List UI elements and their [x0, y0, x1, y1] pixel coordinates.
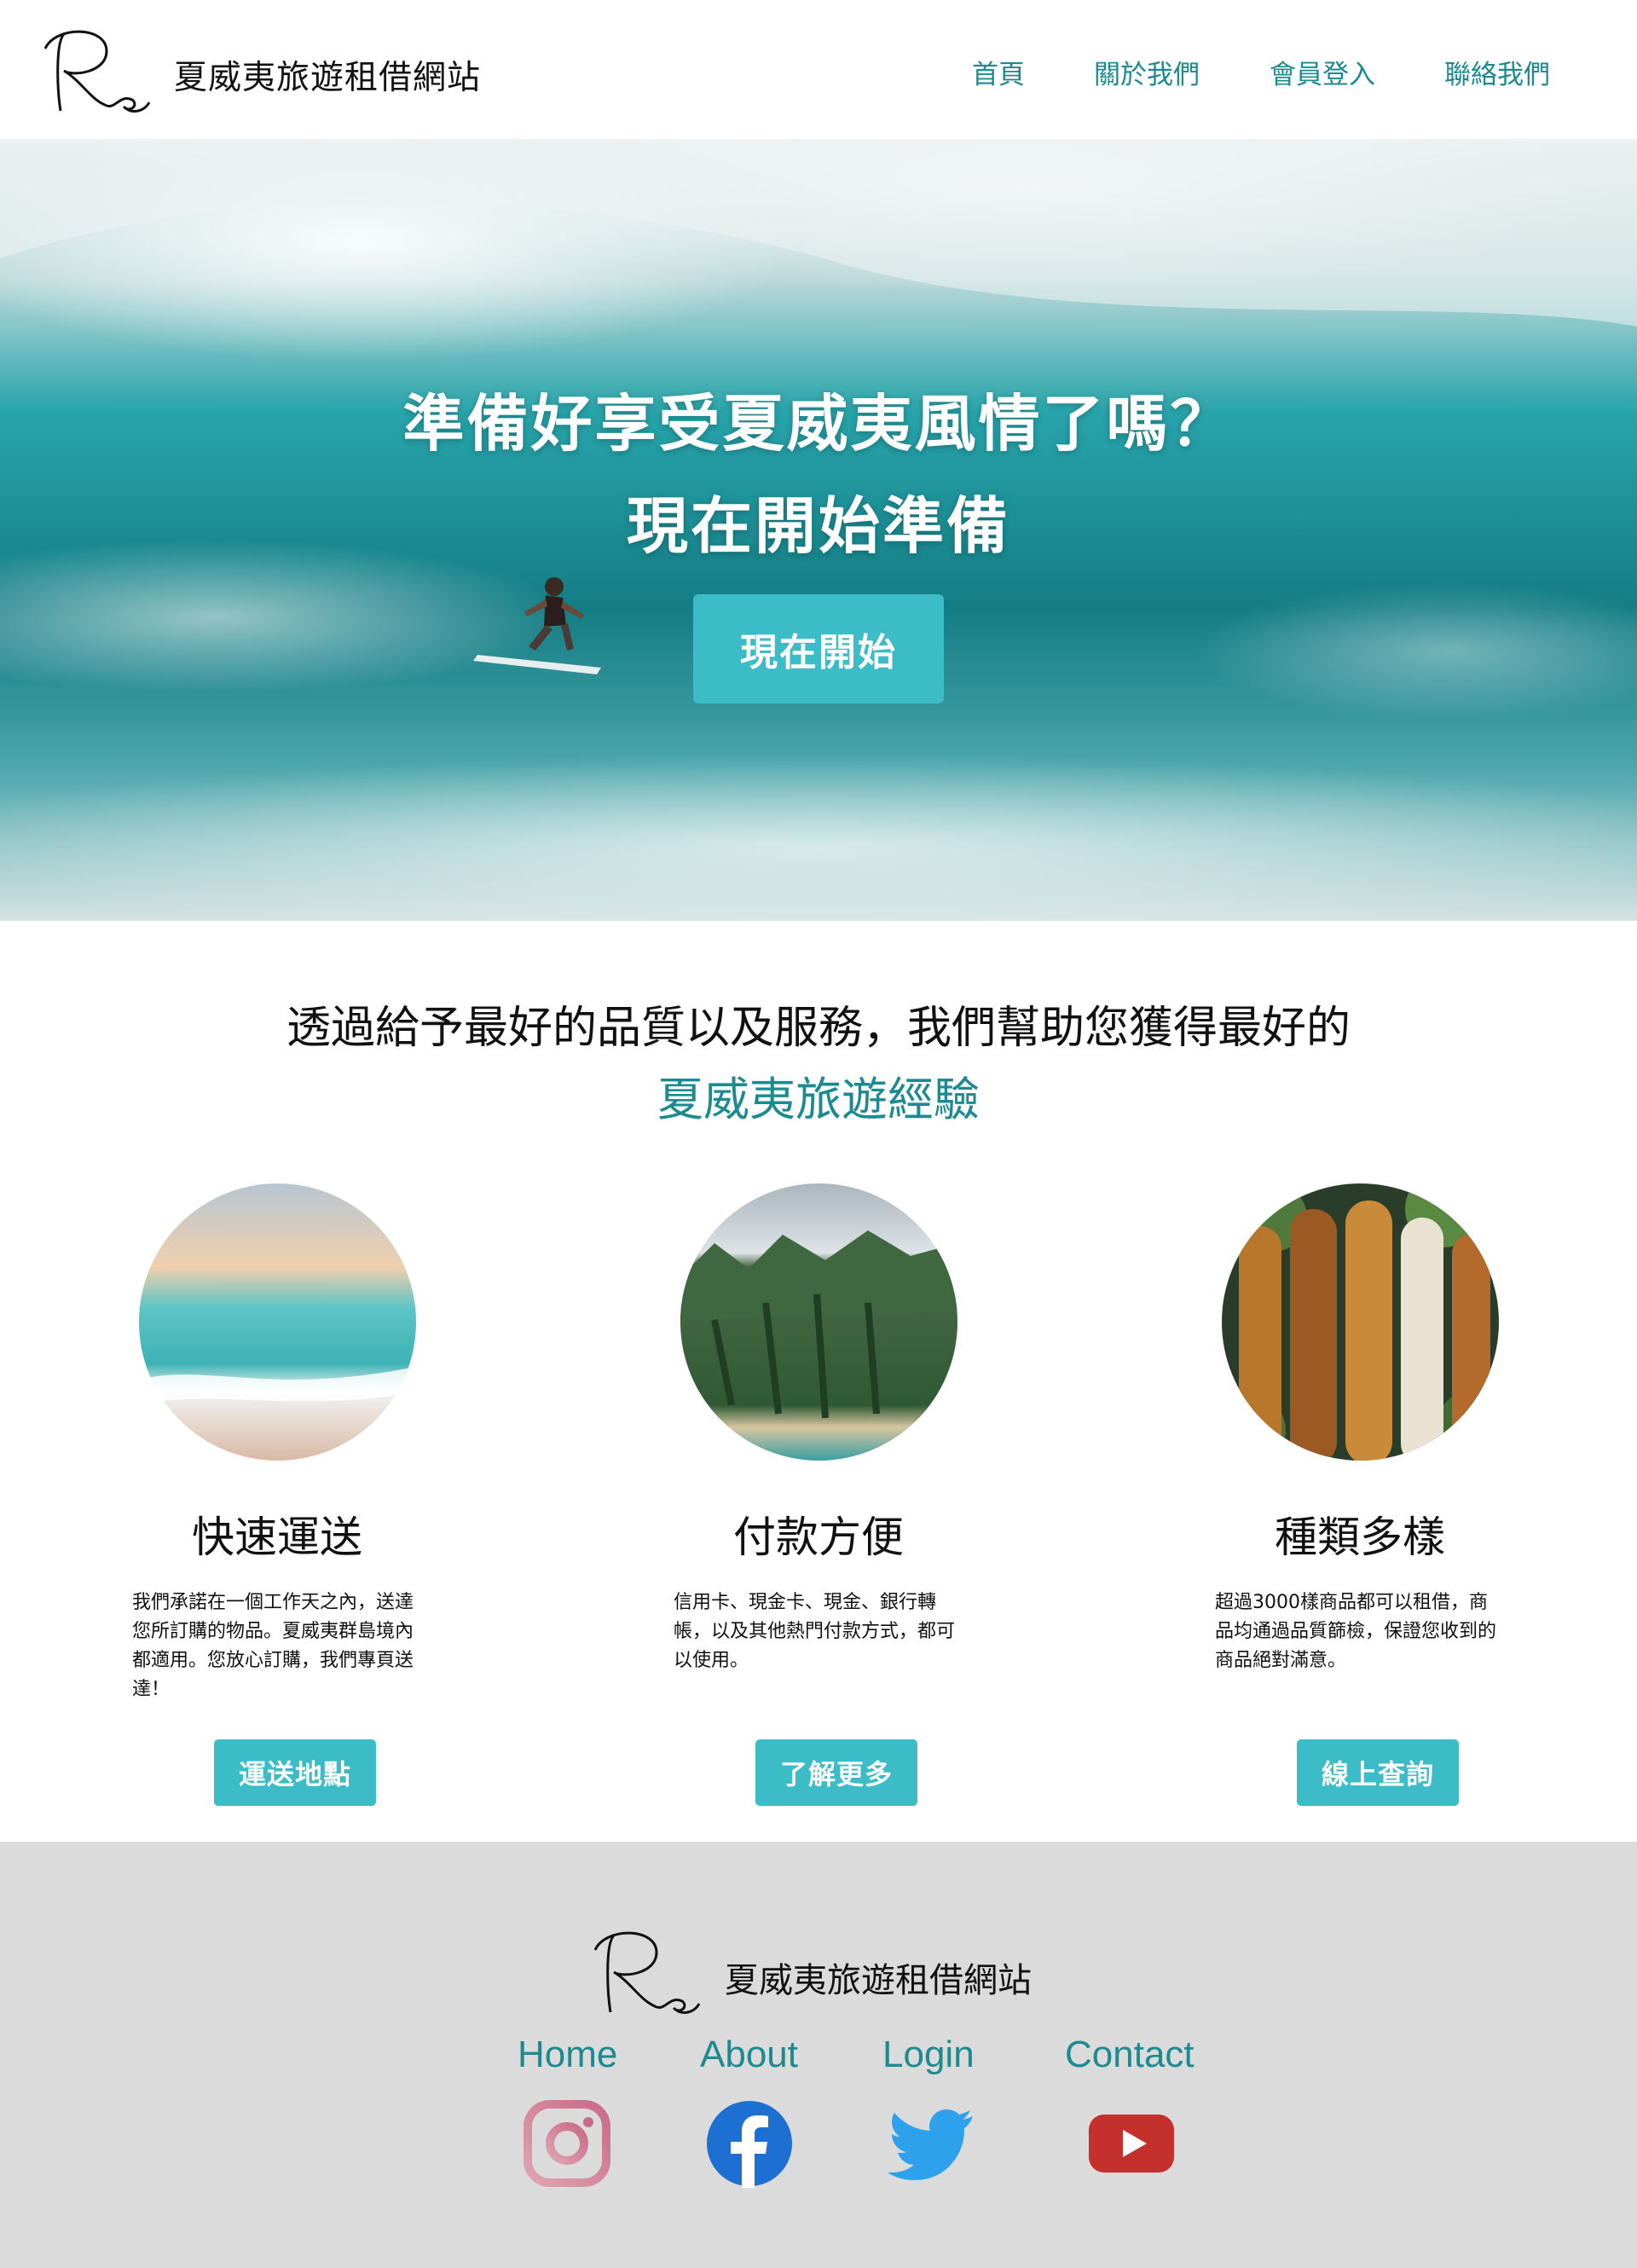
instagram-icon[interactable]: [523, 2099, 611, 2188]
feature-title: 快速運送: [192, 1513, 362, 1562]
footer-logo[interactable]: [588, 1923, 703, 2016]
hero-headline: 準備好享受夏威夷風情了嗎？: [402, 388, 1235, 460]
learn-more-button[interactable]: 了解更多: [755, 1739, 917, 1806]
feature-description: 信用卡、現金卡、現金、銀行轉帳，以及其他熱門付款方式，都可以使用。: [674, 1592, 956, 1671]
site-header: 夏威夷旅遊租借網站 首頁 關於我們 會員登入 聯絡我們: [0, 0, 1637, 139]
nav-contact[interactable]: 聯絡我們: [1444, 53, 1550, 91]
delivery-locations-button[interactable]: 運送地點: [214, 1739, 376, 1806]
footer-nav-home[interactable]: Home: [518, 2034, 617, 2076]
feature-fast-delivery: 快速運送 我們承諾在一個工作天之內，送達您所訂購的物品。夏威夷群島境內都適用。您…: [72, 1183, 482, 1806]
footer-nav-about[interactable]: About: [700, 2034, 798, 2076]
site-title: 夏威夷旅遊租借網站: [174, 59, 482, 97]
beach-image: [138, 1183, 416, 1461]
feature-easy-payment: 付款方便 信用卡、現金卡、現金、銀行轉帳，以及其他熱門付款方式，都可以使用。 了…: [614, 1183, 1023, 1806]
nav-login[interactable]: 會員登入: [1270, 53, 1375, 91]
feature-description: 我們承諾在一個工作天之內，送達您所訂購的物品。夏威夷群島境內都適用。您放心訂購，…: [132, 1592, 414, 1700]
online-search-button[interactable]: 線上查詢: [1297, 1739, 1459, 1806]
youtube-icon[interactable]: [1087, 2099, 1176, 2188]
facebook-icon[interactable]: [705, 2099, 794, 2188]
feature-title: 種類多樣: [1275, 1513, 1445, 1562]
hero-banner: 準備好享受夏威夷風情了嗎？ 現在開始準備 現在開始: [0, 139, 1637, 921]
feature-description: 超過3000樣商品都可以租借，商品均通過品質篩檢，保證您收到的商品絕對滿意。: [1215, 1592, 1497, 1671]
surfboards-image: [1221, 1183, 1499, 1461]
footer-nav-login[interactable]: Login: [882, 2034, 975, 2076]
hero-subheadline: 現在開始準備: [626, 490, 1010, 562]
intro-text: 透過給予最好的品質以及服務，我們幫助您獲得最好的: [286, 1003, 1351, 1054]
site-footer: 夏威夷旅遊租借網站 Home About Login Contact: [0, 1842, 1637, 2268]
logo[interactable]: [38, 21, 153, 115]
nav-about[interactable]: 關於我們: [1094, 53, 1200, 91]
feature-variety: 種類多樣 超過3000樣商品都可以租借，商品均通過品質篩檢，保證您收到的商品絕對…: [1155, 1183, 1565, 1806]
footer-title: 夏威夷旅遊租借網站: [725, 1961, 1032, 2000]
intro-highlight: 夏威夷旅遊經驗: [657, 1073, 980, 1126]
footer-nav-contact[interactable]: Contact: [1065, 2034, 1194, 2076]
twitter-icon[interactable]: [888, 2099, 976, 2188]
nav-home[interactable]: 首頁: [972, 53, 1025, 91]
start-now-button[interactable]: 現在開始: [693, 594, 944, 703]
feature-title: 付款方便: [733, 1513, 904, 1562]
mountain-coast-image: [680, 1183, 957, 1461]
